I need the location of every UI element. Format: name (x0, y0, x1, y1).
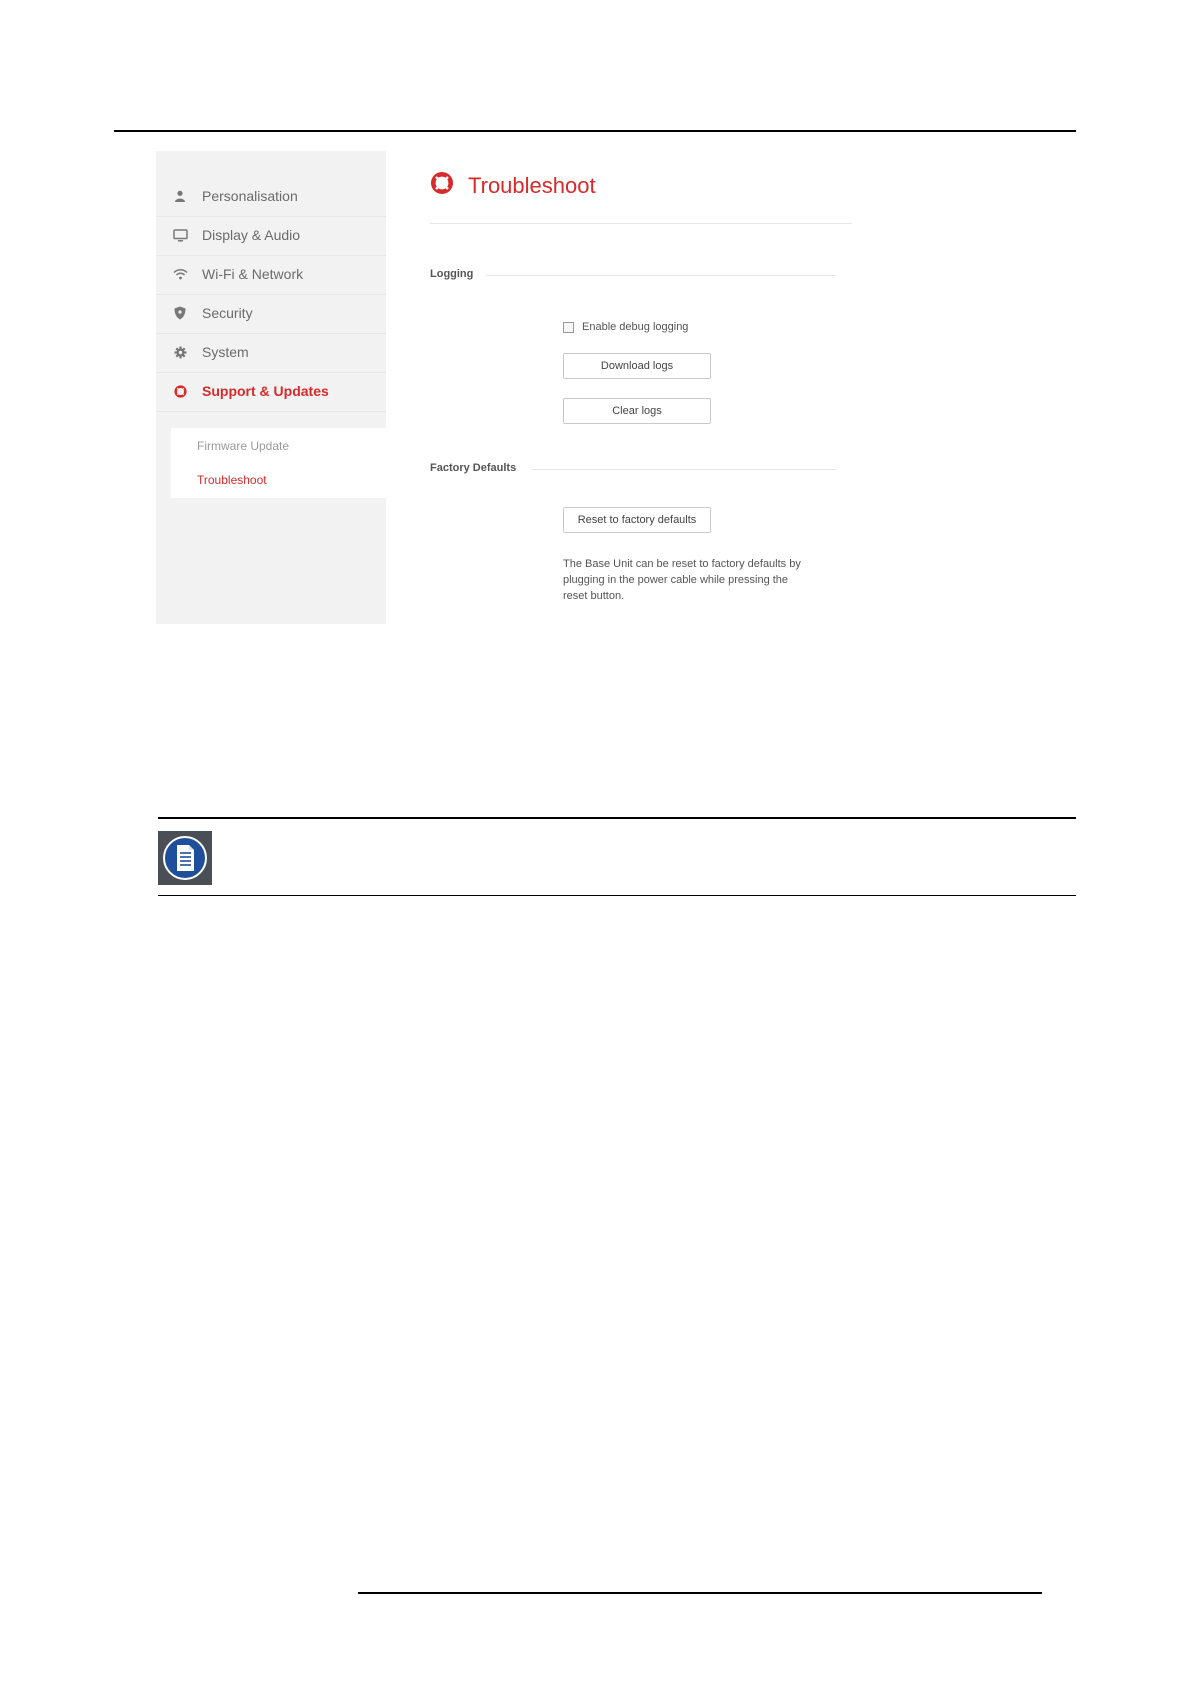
sidebar-item-wifi-network[interactable]: Wi-Fi & Network (156, 254, 386, 295)
sidebar-item-security[interactable]: Security (156, 293, 386, 334)
person-icon (172, 188, 188, 204)
download-logs-button[interactable]: Download logs (563, 353, 711, 379)
sidebar-item-label: Display & Audio (202, 227, 301, 243)
subnav-item-firmware-update[interactable]: Firmware Update (197, 439, 289, 453)
lifebuoy-icon (430, 171, 454, 200)
title-divider (430, 223, 852, 224)
page-title: Troubleshoot (468, 172, 596, 198)
sidebar-item-label: Personalisation (202, 188, 298, 204)
note-bottom-rule (158, 895, 1076, 896)
main-content: Troubleshoot Logging Enable debug loggin… (430, 151, 856, 624)
wifi-icon (172, 266, 188, 282)
debug-logging-checkbox[interactable] (563, 321, 574, 333)
shield-icon (172, 305, 188, 321)
lifebuoy-icon (172, 383, 188, 399)
monitor-icon (172, 227, 188, 243)
sidebar: Personalisation Display & Audio Wi-Fi & … (156, 151, 386, 624)
sidebar-item-label: Wi-Fi & Network (202, 266, 304, 282)
factory-reset-help-text: The Base Unit can be reset to factory de… (563, 558, 801, 602)
gear-icon (172, 344, 188, 360)
sidebar-item-display-audio[interactable]: Display & Audio (156, 215, 386, 256)
section-divider-logging (486, 275, 836, 276)
page-footer-rule (358, 1592, 1042, 1594)
section-divider-factory (532, 469, 836, 470)
sidebar-item-system[interactable]: System (156, 332, 386, 373)
subnav-item-troubleshoot[interactable]: Troubleshoot (197, 473, 267, 487)
section-label-logging: Logging (430, 268, 474, 280)
page-top-rule (114, 130, 1076, 132)
debug-logging-checkbox-row[interactable]: Enable debug logging (563, 321, 688, 333)
reset-factory-defaults-button[interactable]: Reset to factory defaults (563, 507, 711, 533)
sidebar-item-label: Security (202, 305, 253, 321)
clear-logs-button[interactable]: Clear logs (563, 398, 711, 424)
debug-logging-label: Enable debug logging (582, 321, 689, 333)
sidebar-item-label: Support & Updates (202, 383, 329, 399)
settings-screenshot: Personalisation Display & Audio Wi-Fi & … (156, 151, 856, 624)
title-row: Troubleshoot (430, 171, 596, 200)
sidebar-item-label: System (202, 344, 249, 360)
sidebar-item-support-updates[interactable]: Support & Updates (156, 371, 386, 412)
note-icon (158, 831, 212, 885)
sidebar-item-personalisation[interactable]: Personalisation (156, 176, 386, 217)
note-top-rule (158, 817, 1076, 819)
support-subnav: Firmware Update Troubleshoot (171, 428, 386, 498)
section-label-factory-defaults: Factory Defaults (430, 462, 517, 474)
